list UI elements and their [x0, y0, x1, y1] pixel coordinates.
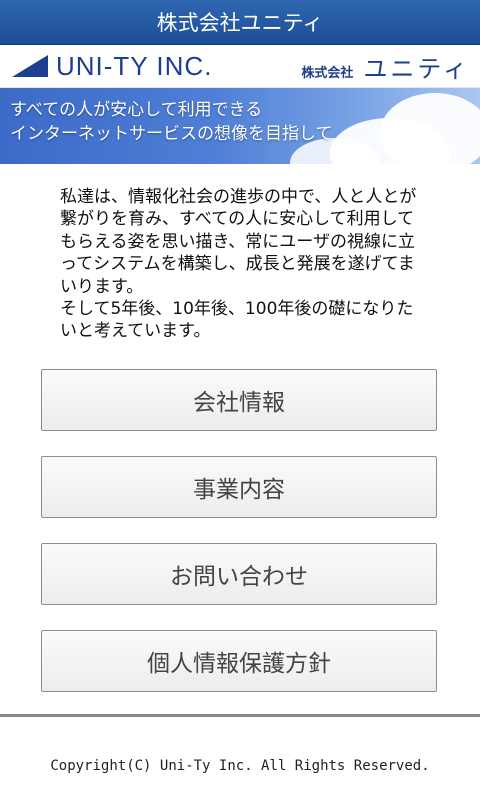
logo-triangle-icon: [12, 55, 48, 77]
logo-text: UNI-TY INC.: [56, 50, 213, 81]
banner-text: すべての人が安心して利用できる インターネットサービスの想像を目指して: [10, 98, 333, 146]
banner-line-1: すべての人が安心して利用できる: [10, 100, 263, 120]
company-message: 私達は、情報化社会の進歩の中で、人と人とが繋がりを育み、すべての人に安心して利用…: [60, 186, 420, 343]
privacy-policy-button[interactable]: 個人情報保護方針: [41, 629, 437, 692]
message-paragraph-2: そして5年後、10年後、100年後の礎になりたいと考えています。: [60, 299, 414, 342]
company-info-button[interactable]: 会社情報: [41, 368, 437, 431]
contact-button[interactable]: お問い合わせ: [41, 542, 437, 605]
footer-divider: [0, 714, 480, 717]
cloud-shape: [380, 93, 480, 164]
title-bar: 株式会社ユニティ: [0, 0, 480, 45]
title-bar-text: 株式会社ユニティ: [156, 11, 324, 35]
company-name-large: ユニティ: [363, 54, 470, 83]
company-logo[interactable]: UNI-TY INC.: [12, 51, 212, 82]
copyright-text: Copyright(C) Uni-Ty Inc. All Rights Rese…: [50, 758, 430, 774]
brand-header: UNI-TY INC. 株式会社 ユニティ: [0, 45, 480, 88]
japanese-company-name: 株式会社 ユニティ: [301, 49, 470, 84]
main-menu: 会社情報 事業内容 お問い合わせ 個人情報保護方針: [0, 368, 480, 692]
company-name-small: 株式会社: [301, 65, 354, 81]
business-content-button[interactable]: 事業内容: [41, 455, 437, 518]
banner-line-2: インターネットサービスの想像を目指して: [10, 124, 333, 144]
hero-banner: すべての人が安心して利用できる インターネットサービスの想像を目指して: [0, 88, 480, 164]
message-paragraph-1: 私達は、情報化社会の進歩の中で、人と人とが繋がりを育み、すべての人に安心して利用…: [60, 187, 417, 297]
